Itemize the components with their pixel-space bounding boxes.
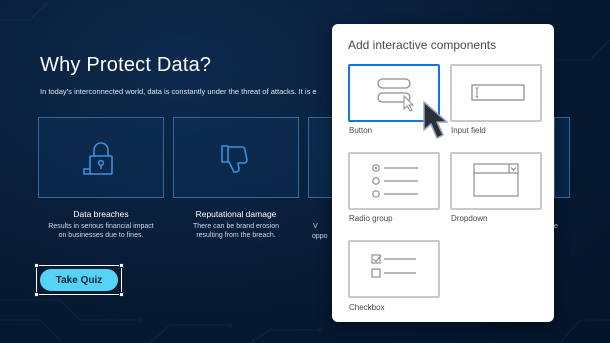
thumbs-down-icon [221, 144, 248, 173]
card-desc-data-breaches: Results in serious financial impact on b… [36, 222, 166, 240]
slide-subtitle[interactable]: In today's interconnected world, data is… [40, 87, 340, 96]
card-reputational-damage[interactable] [173, 117, 299, 198]
dropdown-component-icon [473, 163, 519, 197]
checkbox-component-icon [371, 254, 416, 278]
tile-label-radio-group: Radio group [349, 214, 393, 223]
card-data-breaches[interactable] [38, 117, 164, 198]
input-field-component-icon [471, 84, 525, 101]
card-desc-line: resulting from the breach. [196, 232, 276, 239]
mouse-pointer-icon [423, 101, 448, 139]
card-partial-text: V [313, 223, 318, 230]
card-desc-line: There can be brand erosion [193, 223, 279, 230]
card-partial-text: e [554, 223, 558, 230]
tile-label-input-field: Input field [451, 126, 486, 135]
tile-label-dropdown: Dropdown [451, 214, 488, 223]
tile-label-checkbox: Checkbox [349, 303, 385, 312]
add-components-panel: Add interactive components Button Input … [332, 24, 554, 322]
component-tile-checkbox[interactable] [348, 240, 440, 298]
card-partial-text: oppo [312, 233, 328, 240]
slide-title[interactable]: Why Protect Data? [40, 54, 211, 77]
card-desc-line: Results in serious financial impact [48, 223, 154, 230]
quiz-selection-frame[interactable]: Take Quiz [34, 263, 124, 297]
card-desc-line: on businesses due to fines. [58, 232, 144, 239]
resize-handle[interactable] [119, 263, 124, 268]
component-tile-dropdown[interactable] [450, 152, 542, 210]
card-partial-right[interactable] [554, 117, 570, 198]
component-tile-input-field[interactable] [450, 64, 542, 122]
card-title-reputational-damage: Reputational damage [195, 209, 277, 219]
padlock-icon [83, 141, 113, 175]
take-quiz-button[interactable]: Take Quiz [40, 269, 118, 291]
resize-handle[interactable] [34, 263, 39, 268]
resize-handle[interactable] [34, 292, 39, 297]
panel-title: Add interactive components [348, 38, 497, 52]
card-title-data-breaches: Data breaches [73, 209, 129, 219]
component-tile-radio-group[interactable] [348, 152, 440, 210]
resize-handle[interactable] [119, 292, 124, 297]
card-desc-reputational-damage: There can be brand erosion resulting fro… [171, 222, 301, 240]
radio-group-component-icon [372, 164, 418, 198]
tile-label-button: Button [349, 126, 373, 135]
